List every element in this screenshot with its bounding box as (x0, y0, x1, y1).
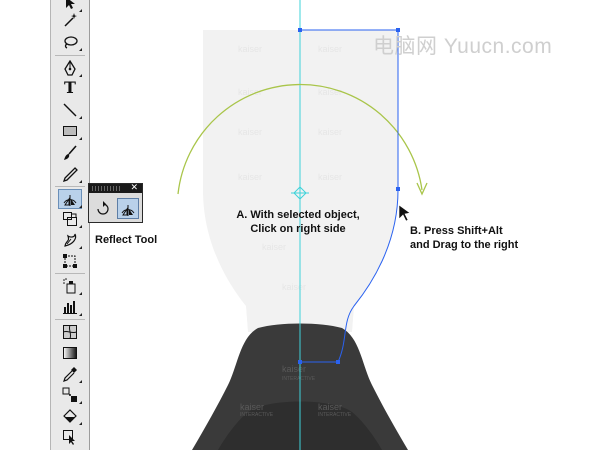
scale-tool[interactable] (59, 210, 82, 228)
blend-icon (62, 387, 77, 402)
column-graph-tool[interactable] (59, 298, 82, 316)
step-b-line-2: and Drag to the right (410, 239, 519, 251)
pen-nib-icon (64, 60, 76, 76)
type-tool[interactable]: T (59, 79, 81, 97)
column-graph-icon (63, 301, 77, 314)
rectangle-tool[interactable] (59, 122, 82, 140)
live-paint-bucket-tool[interactable] (59, 407, 82, 425)
step-b-line-1: B. Press Shift+Alt (410, 225, 503, 237)
reflect-icon (63, 195, 77, 206)
live-paint-selection-tool[interactable] (59, 428, 81, 446)
interactive-mark: INTERACTIVE (282, 376, 316, 382)
kaiser-mark: kaiser (318, 127, 342, 137)
pencil-tool[interactable] (59, 165, 82, 183)
grip-icon (92, 186, 122, 191)
rotate-reflect-popout[interactable]: ✕ (88, 183, 143, 223)
warp-icon (64, 233, 77, 247)
pen-tool[interactable] (59, 59, 82, 77)
kaiser-mark: kaiser (262, 242, 286, 252)
reflect-tool[interactable] (58, 189, 82, 209)
popout-titlebar[interactable]: ✕ (89, 183, 142, 193)
interactive-mark: INTERACTIVE (318, 412, 352, 418)
tools-panel[interactable]: T (50, 0, 90, 450)
kaiser-mark: kaiser (318, 402, 342, 412)
reflect-cursor-icon (398, 204, 411, 222)
anchor-point (298, 28, 302, 32)
eyedropper-icon (63, 367, 77, 382)
mesh-tool[interactable] (59, 323, 81, 341)
kaiser-mark: kaiser (238, 127, 262, 137)
kaiser-mark: kaiser (318, 172, 342, 182)
mesh-icon (63, 325, 77, 339)
symbol-sprayer-icon (63, 278, 76, 294)
kaiser-mark: kaiser (240, 402, 264, 412)
close-icon[interactable]: ✕ (130, 183, 138, 193)
blend-tool[interactable] (59, 386, 82, 404)
step-b-caption: B. Press Shift+Alt and Drag to the right (410, 224, 518, 252)
popout-rotate-tool[interactable] (93, 198, 113, 217)
scale-icon (63, 212, 77, 226)
warp-tool[interactable] (59, 231, 82, 249)
lasso-tool[interactable] (59, 33, 82, 51)
line-segment-tool[interactable] (59, 101, 82, 119)
lasso-icon (64, 36, 78, 49)
eyedropper-tool[interactable] (59, 365, 82, 383)
step-a-line-1: A. With selected object, (236, 209, 360, 221)
selection-arrow-icon (66, 0, 75, 9)
kaiser-mark: kaiser (238, 44, 262, 54)
line-segment-icon (63, 103, 77, 117)
paintbrush-icon (64, 145, 77, 160)
step-a-caption: A. With selected object, Click on right … (232, 208, 364, 236)
magic-wand-tool[interactable] (59, 11, 81, 29)
paintbrush-tool[interactable] (59, 144, 81, 162)
kaiser-mark: kaiser (318, 44, 342, 54)
rectangle-icon (63, 126, 77, 136)
kaiser-mark: kaiser (238, 172, 262, 182)
gradient-icon (63, 347, 77, 359)
anchor-point (396, 187, 400, 191)
anchor-point (298, 360, 302, 364)
rotate-icon (97, 200, 109, 215)
free-transform-tool[interactable] (59, 252, 81, 270)
free-transform-icon (63, 254, 77, 268)
interactive-mark: INTERACTIVE (240, 412, 274, 418)
paint-selection-icon (63, 430, 75, 445)
paint-bucket-icon (63, 409, 77, 423)
gradient-tool[interactable] (59, 344, 81, 362)
step-a-line-2: Click on right side (250, 223, 346, 235)
site-watermark: 电脑网 Yuucn.com (373, 35, 553, 58)
reflect-icon (121, 204, 135, 216)
popout-reflect-tool[interactable] (117, 198, 139, 219)
kaiser-mark: kaiser (282, 282, 306, 292)
pencil-icon (62, 167, 78, 182)
anchor-point (336, 360, 340, 364)
reflect-tool-label: Reflect Tool (95, 234, 158, 246)
symbol-sprayer-tool[interactable] (59, 277, 82, 295)
magic-wand-icon (64, 13, 77, 27)
kaiser-mark: kaiser (282, 364, 306, 374)
